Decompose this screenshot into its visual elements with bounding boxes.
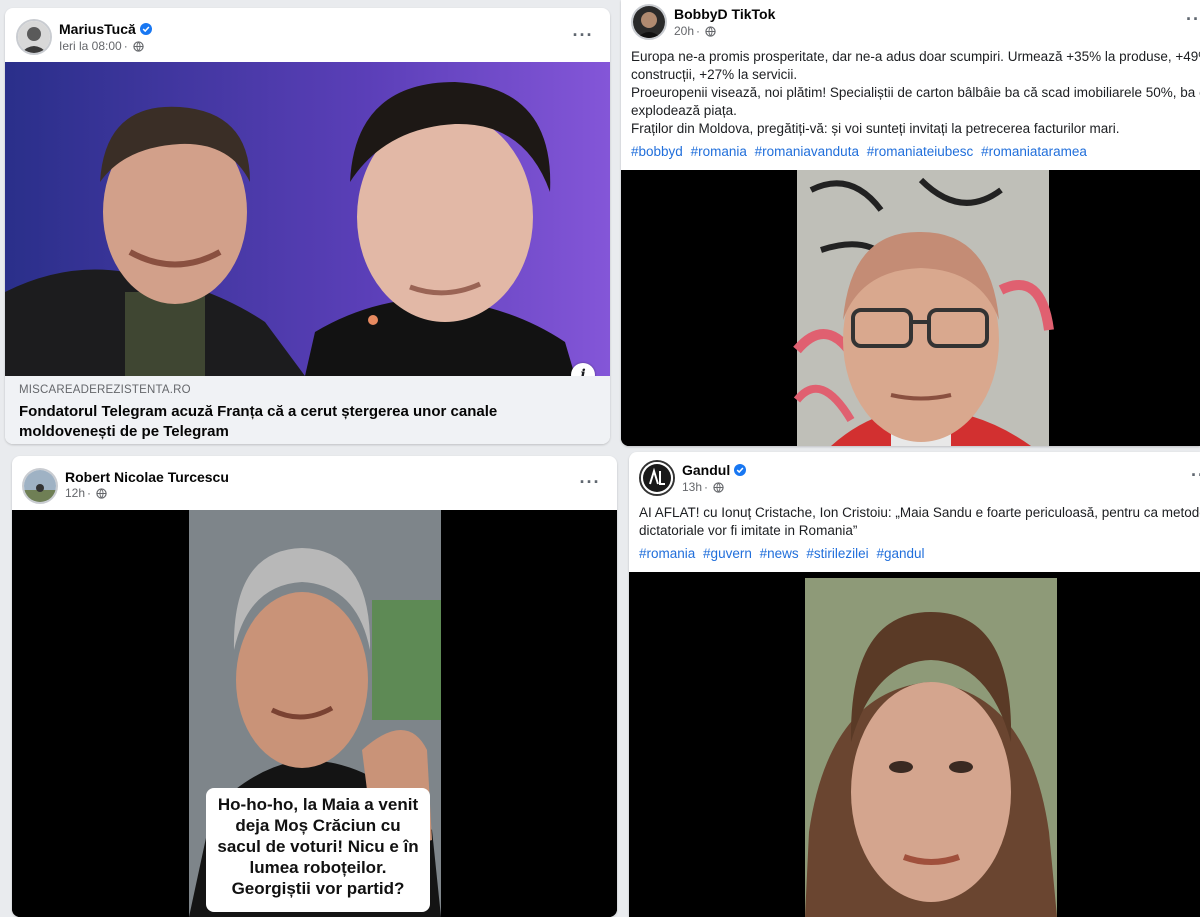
author-name[interactable]: Robert Nicolae Turcescu bbox=[65, 469, 229, 485]
post-timestamp[interactable]: Ieri la 08:00 bbox=[59, 39, 122, 53]
author-name-text[interactable]: Robert Nicolae Turcescu bbox=[65, 469, 229, 485]
post-meta: Ieri la 08:00 · bbox=[59, 39, 144, 53]
post-card-robert-turcescu: Robert Nicolae Turcescu 12h · ··· Ho-ho-… bbox=[12, 456, 617, 917]
hashtag-link[interactable]: #stirilezilei bbox=[806, 546, 868, 561]
avatar[interactable] bbox=[22, 468, 58, 504]
hashtag-link[interactable]: #romaniataramea bbox=[981, 144, 1087, 159]
link-preview-image[interactable] bbox=[5, 62, 610, 376]
post-timestamp[interactable]: 12h bbox=[65, 486, 85, 500]
post-card-marius-tuca: MariusTucă Ieri la 08:00 · ··· i MISCARE… bbox=[5, 8, 610, 444]
more-options-button[interactable]: ··· bbox=[576, 473, 604, 495]
post-text-line: Fraților din Moldova, pregătiți-vă: și v… bbox=[631, 121, 1120, 136]
globe-icon bbox=[96, 487, 107, 499]
avatar-image bbox=[641, 462, 673, 494]
verified-badge-icon bbox=[139, 23, 152, 35]
author-name-text[interactable]: BobbyD TikTok bbox=[674, 6, 775, 22]
post-text: AI AFLAT! cu Ionuț Cristache, Ion Cristo… bbox=[639, 504, 1200, 540]
globe-icon bbox=[705, 25, 716, 37]
video-player[interactable]: Ho-ho-ho, la Maia a venit deja Moș Crăci… bbox=[12, 510, 617, 917]
video-caption: Ho-ho-ho, la Maia a venit deja Moș Crăci… bbox=[206, 788, 430, 912]
hashtag-list: #bobbyd #romania #romaniavanduta #romani… bbox=[631, 144, 1091, 159]
more-options-button[interactable]: ··· bbox=[569, 26, 597, 48]
hashtag-link[interactable]: #guvern bbox=[703, 546, 752, 561]
post-card-bobbyd-tiktok: BobbyD TikTok 20h · ··· Europa ne-a prom… bbox=[621, 0, 1200, 446]
hashtag-link[interactable]: #romania bbox=[639, 546, 695, 561]
author-name-text[interactable]: MariusTucă bbox=[59, 21, 136, 37]
hashtag-link[interactable]: #bobbyd bbox=[631, 144, 683, 159]
post-timestamp[interactable]: 20h bbox=[674, 24, 694, 38]
post-header: Robert Nicolae Turcescu 12h · ··· bbox=[12, 456, 617, 516]
hashtag-link[interactable]: #romaniavanduta bbox=[755, 144, 859, 159]
link-title[interactable]: Fondatorul Telegram acuză Franța că a ce… bbox=[19, 402, 579, 442]
more-options-button[interactable]: ··· bbox=[1191, 468, 1200, 488]
post-header: Gandul 13h · ··· bbox=[629, 452, 1200, 512]
verified-badge-icon bbox=[734, 464, 747, 476]
link-preview-footer[interactable]: MISCAREADEREZISTENTA.RO Fondatorul Teleg… bbox=[5, 376, 610, 444]
post-text-line: Proeuropenii visează, noi plătim! Specia… bbox=[631, 85, 1200, 100]
author-name[interactable]: Gandul bbox=[682, 462, 747, 478]
video-frame-man-glasses bbox=[621, 170, 1200, 446]
globe-icon bbox=[133, 40, 144, 52]
post-text-line: explodează piața. bbox=[631, 103, 737, 118]
hashtag-list: #romania #guvern #news #stirilezilei #ga… bbox=[639, 546, 929, 561]
post-header: MariusTucă Ieri la 08:00 · ··· bbox=[5, 8, 610, 68]
post-meta: 12h · bbox=[65, 486, 107, 500]
avatar[interactable] bbox=[631, 4, 667, 40]
post-text: Europa ne-a promis prosperitate, dar ne-… bbox=[631, 48, 1200, 138]
post-text-line: construcții, +27% la servicii. bbox=[631, 67, 798, 82]
author-name[interactable]: BobbyD TikTok bbox=[674, 6, 775, 22]
hashtag-link[interactable]: #romaniateiubesc bbox=[867, 144, 974, 159]
author-name[interactable]: MariusTucă bbox=[59, 21, 152, 37]
hashtag-link[interactable]: #gandul bbox=[876, 546, 924, 561]
video-frame-woman bbox=[629, 572, 1200, 917]
avatar-image bbox=[18, 21, 50, 53]
post-text-line: AI AFLAT! cu Ionuț Cristache, Ion Cristo… bbox=[639, 505, 1200, 520]
hashtag-link[interactable]: #news bbox=[760, 546, 799, 561]
video-player[interactable] bbox=[621, 170, 1200, 446]
more-options-button[interactable]: ··· bbox=[1186, 12, 1200, 32]
avatar-image bbox=[633, 6, 665, 38]
link-domain: MISCAREADEREZISTENTA.RO bbox=[19, 384, 191, 396]
post-meta: 20h · bbox=[674, 24, 716, 38]
post-card-gandul: Gandul 13h · ··· AI AFLAT! cu Ionuț Cris… bbox=[629, 452, 1200, 917]
photo-two-men bbox=[5, 62, 610, 376]
avatar[interactable] bbox=[639, 460, 675, 496]
post-timestamp[interactable]: 13h bbox=[682, 480, 702, 494]
post-text-line: dictatoriale vor fi imitate in Romania” bbox=[639, 523, 858, 538]
globe-icon bbox=[713, 481, 724, 493]
hashtag-link[interactable]: #romania bbox=[691, 144, 747, 159]
post-text-line: Europa ne-a promis prosperitate, dar ne-… bbox=[631, 49, 1200, 64]
post-meta: 13h · bbox=[682, 480, 724, 494]
author-name-text[interactable]: Gandul bbox=[682, 462, 730, 478]
avatar[interactable] bbox=[16, 19, 52, 55]
avatar-image bbox=[24, 470, 56, 502]
video-player[interactable] bbox=[629, 572, 1200, 917]
